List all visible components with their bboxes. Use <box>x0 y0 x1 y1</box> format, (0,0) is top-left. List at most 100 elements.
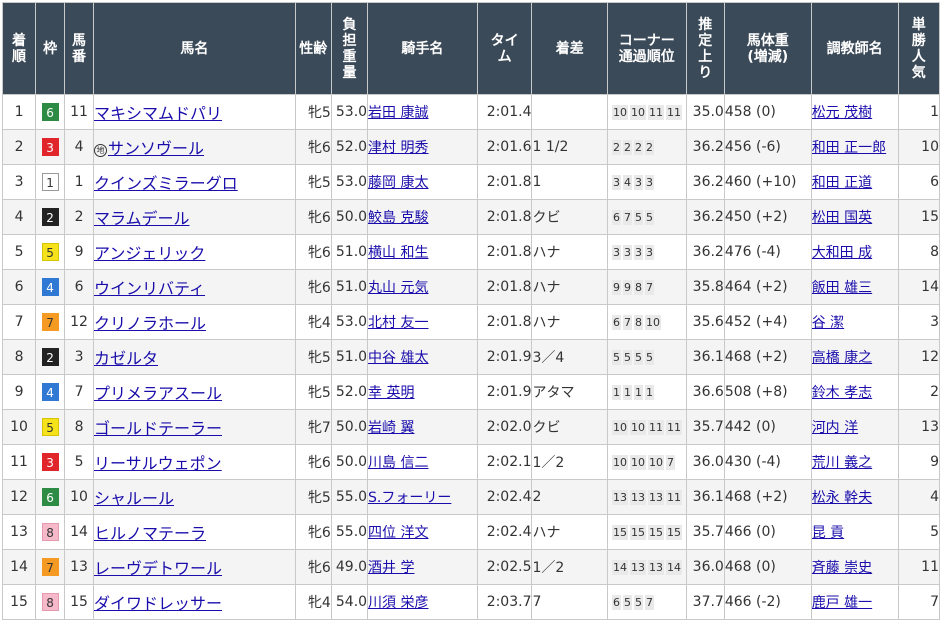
horse-name-link[interactable]: マラムデール <box>94 209 189 228</box>
waku-cell: 7 <box>35 549 66 585</box>
trainer-link[interactable]: 松永 幹夫 <box>812 490 872 506</box>
horse-name-link[interactable]: プリメラアスール <box>94 384 222 403</box>
sex-age-cell: 牝7 <box>294 409 332 445</box>
waku-badge: 5 <box>41 243 59 261</box>
trainer-link[interactable]: 松田 国英 <box>812 210 872 226</box>
weight-cell: 52.0 <box>330 129 369 165</box>
header-horse-label: 馬名 <box>180 40 209 57</box>
header-rank: 着順 <box>1 2 37 95</box>
horse-name-link[interactable]: リーサルウェポン <box>94 454 221 473</box>
corner-position: 13 <box>647 560 664 575</box>
header-corner: コーナー 通過順位 <box>606 2 687 95</box>
jockey-link[interactable]: 川島 信二 <box>369 455 429 471</box>
jockey-link[interactable]: 四位 洋文 <box>369 525 429 541</box>
jockey-link[interactable]: 岩田 康誠 <box>369 105 429 121</box>
trainer-cell: 飯田 雄三 <box>810 269 899 305</box>
corner-position: 13 <box>647 490 664 505</box>
horse-name-link[interactable]: カゼルタ <box>94 349 158 368</box>
trainer-cell: 大和田 成 <box>810 234 899 270</box>
trainer-link[interactable]: 和田 正道 <box>812 175 872 191</box>
horse-name-link[interactable]: マキシマムドパリ <box>94 104 222 123</box>
corner-positions-cell: 6557 <box>606 584 687 620</box>
horse-name-link[interactable]: ゴールドテーラー <box>94 419 222 438</box>
horse-name-link[interactable]: アンジェリック <box>94 244 205 263</box>
trainer-cell: 谷 潔 <box>810 304 899 340</box>
horse-number-cell: 15 <box>64 584 94 620</box>
sex-age-cell: 牝5 <box>294 339 332 375</box>
corner-positions-cell: 9987 <box>606 269 687 305</box>
jockey-link[interactable]: 岩崎 翼 <box>369 420 415 436</box>
horse-cell: ゴールドテーラー <box>93 409 296 445</box>
jockey-link[interactable]: 北村 友一 <box>369 315 429 331</box>
trainer-link[interactable]: 鈴木 孝志 <box>812 385 872 401</box>
rank-cell: 10 <box>1 409 37 445</box>
margin-cell <box>531 94 608 130</box>
trainer-link[interactable]: 和田 正一郎 <box>812 140 886 156</box>
margin-cell: 1／2 <box>531 444 608 480</box>
jockey-link[interactable]: 川須 栄彦 <box>369 595 429 611</box>
trainer-cell: 河内 洋 <box>810 409 899 445</box>
waku-cell: 2 <box>35 339 66 375</box>
horse-name-link[interactable]: サンソヴール <box>108 139 204 158</box>
header-num-label: 馬番 <box>72 32 87 65</box>
horse-name-link[interactable]: ウインリバティ <box>94 279 205 298</box>
horse-name-link[interactable]: レーヴデトワール <box>94 559 222 578</box>
last3f-cell: 35.0 <box>685 94 725 130</box>
rank-cell: 5 <box>1 234 37 270</box>
trainer-link[interactable]: 大和田 成 <box>812 245 872 261</box>
rank-cell: 1 <box>1 94 37 130</box>
jockey-link[interactable]: 藤岡 康太 <box>369 175 429 191</box>
weight-cell: 53.0 <box>330 164 369 200</box>
jockey-link[interactable]: 丸山 元気 <box>369 280 429 296</box>
horse-number-cell: 1 <box>64 164 94 200</box>
jockey-link[interactable]: S.フォーリー <box>369 490 452 506</box>
rank-cell: 2 <box>1 129 37 165</box>
trainer-link[interactable]: 荒川 義之 <box>812 455 872 471</box>
jockey-cell: 北村 友一 <box>367 304 478 340</box>
horse-cell: アンジェリック <box>93 234 296 270</box>
trainer-cell: 斉藤 崇史 <box>810 549 899 585</box>
waku-cell: 6 <box>35 94 66 130</box>
weight-cell: 54.0 <box>330 584 369 620</box>
trainer-link[interactable]: 松元 茂樹 <box>812 105 872 121</box>
trainer-link[interactable]: 鹿戸 雄一 <box>812 595 872 611</box>
popularity-cell: 11 <box>897 549 941 585</box>
rank-cell: 15 <box>1 584 37 620</box>
jockey-link[interactable]: 中谷 雄太 <box>369 350 429 366</box>
trainer-link[interactable]: 斉藤 崇史 <box>812 560 872 576</box>
jockey-cell: 川島 信二 <box>367 444 478 480</box>
table-row: 14 7 13 レーヴデトワール 牝6 49.0 酒井 学 2:02.5 1／2 14 13 13 14… <box>1 549 941 585</box>
horse-number-cell: 9 <box>64 234 94 270</box>
body-weight-cell: 466 (0) <box>723 514 812 550</box>
trainer-link[interactable]: 谷 潔 <box>812 315 844 331</box>
trainer-link[interactable]: 昆 貢 <box>812 525 844 541</box>
header-body-top: 馬体重 <box>746 32 789 49</box>
trainer-link[interactable]: 飯田 雄三 <box>812 280 872 296</box>
horse-name-link[interactable]: ダイワドレッサー <box>94 594 222 613</box>
rank-cell: 9 <box>1 374 37 410</box>
margin-cell: ハナ <box>531 234 608 270</box>
horse-name-link[interactable]: クリノラホール <box>94 314 206 333</box>
jockey-link[interactable]: 横山 和生 <box>369 245 429 261</box>
body-weight-cell: 460 (+10) <box>723 164 812 200</box>
header-waku: 枠 <box>35 2 66 95</box>
jockey-link[interactable]: 津村 明秀 <box>369 140 429 156</box>
corner-position: 8 <box>633 280 643 295</box>
popularity-cell: 7 <box>897 584 941 620</box>
horse-name-link[interactable]: ヒルノマテーラ <box>94 524 206 543</box>
trainer-cell: 鹿戸 雄一 <box>810 584 899 620</box>
trainer-cell: 鈴木 孝志 <box>810 374 899 410</box>
corner-position: 11 <box>665 420 682 435</box>
jockey-link[interactable]: 幸 英明 <box>369 385 415 401</box>
table-row: 6 4 6 ウインリバティ 牝6 51.0 丸山 元気 2:01.8 ハナ 9 9 8 7 35.8 464… <box>1 269 941 305</box>
trainer-link[interactable]: 高橋 康之 <box>812 350 872 366</box>
body-weight-cell: 450 (+2) <box>723 199 812 235</box>
jockey-link[interactable]: 鮫島 克駿 <box>369 210 429 226</box>
jockey-link[interactable]: 酒井 学 <box>369 560 415 576</box>
horse-name-link[interactable]: クインズミラーグロ <box>94 174 237 193</box>
corner-position: 14 <box>611 560 628 575</box>
corner-position: 10 <box>629 105 646 120</box>
trainer-link[interactable]: 河内 洋 <box>812 420 858 436</box>
horse-name-link[interactable]: シャルール <box>94 489 174 508</box>
body-weight-cell: 468 (0) <box>723 549 812 585</box>
